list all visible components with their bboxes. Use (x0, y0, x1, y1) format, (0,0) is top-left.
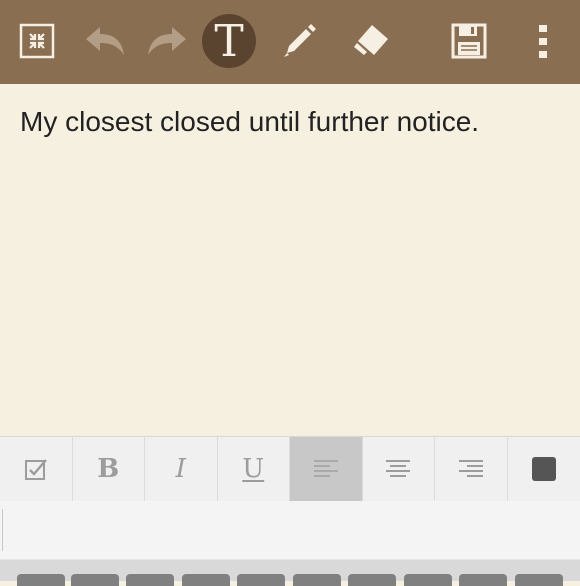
text-tool-icon: T (214, 20, 243, 64)
keyboard-key[interactable] (404, 574, 452, 586)
checkbox-button[interactable] (0, 437, 73, 501)
eraser-button[interactable] (343, 13, 399, 69)
undo-button[interactable] (77, 13, 133, 69)
keyboard-key[interactable] (459, 574, 507, 586)
italic-button[interactable]: I (145, 437, 218, 501)
pen-icon (277, 19, 321, 63)
keyboard (0, 559, 580, 581)
format-toolbar: B I U (0, 436, 580, 502)
checkbox-icon (23, 456, 49, 482)
undo-icon (82, 21, 128, 61)
redo-button[interactable] (139, 13, 195, 69)
keyboard-key[interactable] (348, 574, 396, 586)
align-left-button[interactable] (290, 437, 363, 501)
save-button[interactable] (441, 13, 497, 69)
more-options-button[interactable] (515, 13, 571, 69)
keyboard-key[interactable] (293, 574, 341, 586)
minimize-button[interactable] (9, 13, 65, 69)
text-tool-button[interactable]: T (201, 13, 257, 69)
underline-button[interactable]: U (218, 437, 291, 501)
italic-icon: I (176, 454, 186, 484)
note-editor[interactable]: My closest closed until further notice. (0, 84, 580, 436)
save-icon (449, 21, 489, 61)
keyboard-key[interactable] (17, 574, 65, 586)
align-left-icon (312, 457, 340, 481)
bold-icon: B (97, 454, 119, 484)
align-right-icon (457, 457, 485, 481)
color-swatch-icon (532, 457, 556, 481)
keyboard-key[interactable] (182, 574, 230, 586)
input-strip[interactable] (0, 501, 580, 559)
top-toolbar: T (0, 0, 580, 84)
eraser-icon (348, 19, 394, 63)
more-vertical-icon (533, 21, 553, 61)
note-text[interactable]: My closest closed until further notice. (20, 106, 479, 138)
text-cursor (2, 509, 3, 551)
keyboard-key[interactable] (515, 574, 563, 586)
underline-icon: U (242, 454, 264, 484)
align-center-button[interactable] (363, 437, 436, 501)
keyboard-key[interactable] (71, 574, 119, 586)
bold-button[interactable]: B (73, 437, 146, 501)
text-color-button[interactable] (508, 437, 580, 501)
pen-button[interactable] (271, 13, 327, 69)
keyboard-key[interactable] (237, 574, 285, 586)
align-right-button[interactable] (435, 437, 508, 501)
keyboard-key[interactable] (126, 574, 174, 586)
redo-icon (144, 21, 190, 61)
minimize-icon (17, 21, 57, 61)
align-center-icon (384, 457, 412, 481)
